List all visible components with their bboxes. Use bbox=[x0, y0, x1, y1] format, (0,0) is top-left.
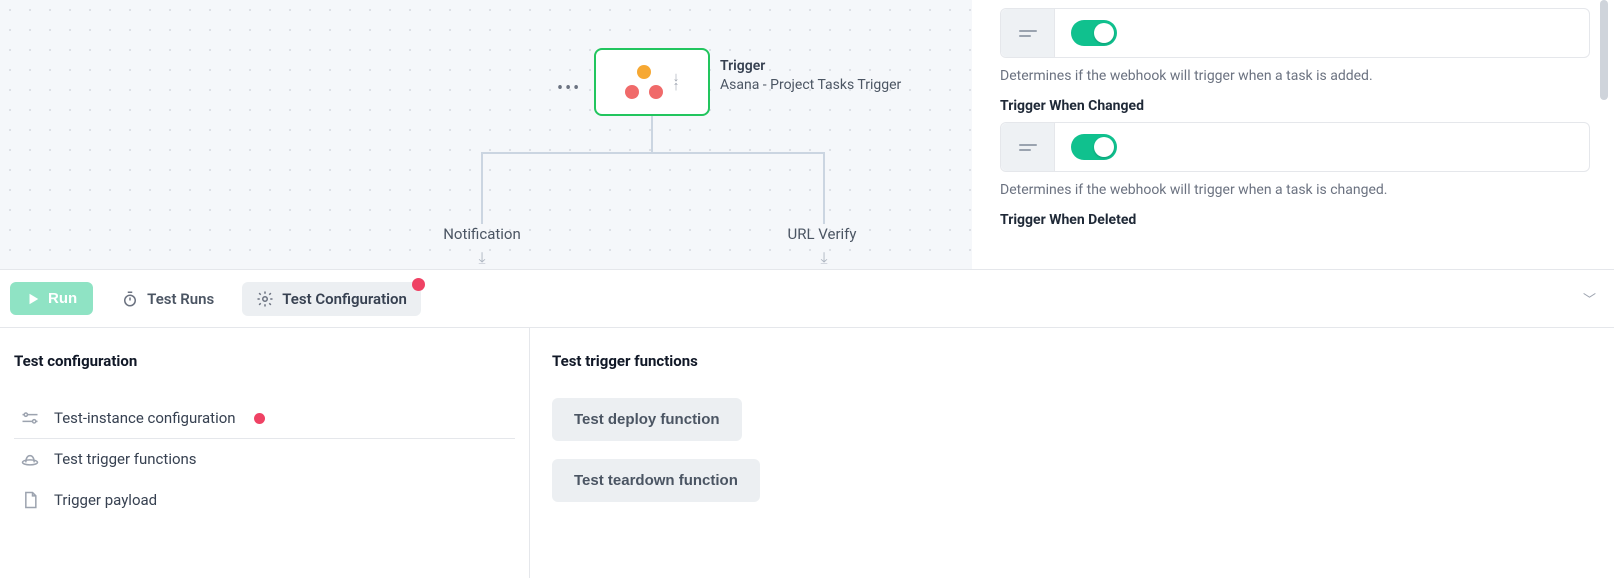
trigger-node-label: Trigger Asana - Project Tasks Trigger bbox=[720, 58, 972, 93]
hat-icon bbox=[20, 449, 40, 469]
config-heading-changed: Trigger When Changed bbox=[1000, 98, 1590, 114]
stopwatch-icon bbox=[121, 290, 139, 308]
config-heading-deleted: Trigger When Deleted bbox=[1000, 212, 1590, 228]
config-help-added: Determines if the webhook will trigger w… bbox=[1000, 68, 1590, 84]
text-input-icon[interactable] bbox=[1001, 123, 1055, 171]
toggle-added[interactable] bbox=[1071, 20, 1117, 46]
file-icon bbox=[20, 490, 40, 510]
gear-icon bbox=[256, 290, 274, 308]
pane-title: Test trigger functions bbox=[552, 352, 1614, 370]
test-deploy-button[interactable]: Test deploy function bbox=[552, 398, 742, 441]
nav-label: Trigger payload bbox=[54, 491, 157, 509]
config-toggle-changed bbox=[1000, 122, 1590, 172]
branch-label-url-verify: URL Verify bbox=[742, 225, 902, 243]
tab-test-runs[interactable]: Test Runs bbox=[107, 282, 228, 316]
tab-label: Test Runs bbox=[147, 290, 214, 308]
collapse-icon: ↓↑ bbox=[673, 73, 680, 91]
branch-arrow-icon: ⤓ bbox=[472, 248, 492, 268]
trigger-node[interactable]: ↓↑ bbox=[594, 48, 710, 116]
node-more-icon[interactable]: ••• bbox=[557, 78, 581, 99]
tab-test-configuration[interactable]: Test Configuration bbox=[242, 282, 421, 316]
trigger-subtitle: Asana - Project Tasks Trigger bbox=[720, 77, 972, 93]
test-config-nav: Test configuration Test-instance configu… bbox=[0, 328, 530, 578]
toggle-changed[interactable] bbox=[1071, 134, 1117, 160]
nav-label: Test trigger functions bbox=[54, 450, 197, 468]
config-panel: Determines if the webhook will trigger w… bbox=[972, 0, 1614, 269]
branch-arrow-icon: ⤓ bbox=[814, 248, 834, 268]
text-input-icon[interactable] bbox=[1001, 9, 1055, 57]
run-button[interactable]: Run bbox=[10, 282, 93, 315]
connector bbox=[481, 152, 825, 154]
trigger-title: Trigger bbox=[720, 58, 972, 74]
scrollbar-thumb[interactable] bbox=[1600, 0, 1608, 100]
branch-label-notification: Notification bbox=[402, 225, 562, 243]
nav-trigger-functions[interactable]: Test trigger functions bbox=[14, 439, 515, 480]
sliders-icon bbox=[20, 408, 40, 428]
tab-label: Test Configuration bbox=[282, 290, 407, 308]
test-toolbar: Run Test Runs Test Configuration ﹀ bbox=[0, 270, 1614, 328]
collapse-panel-button[interactable]: ﹀ bbox=[1575, 281, 1604, 316]
config-help-changed: Determines if the webhook will trigger w… bbox=[1000, 182, 1590, 198]
test-teardown-button[interactable]: Test teardown function bbox=[552, 459, 760, 502]
connector bbox=[481, 152, 483, 224]
nav-trigger-payload[interactable]: Trigger payload bbox=[14, 480, 515, 521]
play-icon bbox=[26, 292, 40, 306]
asana-icon bbox=[625, 65, 663, 99]
nav-instance-config[interactable]: Test-instance configuration bbox=[14, 398, 515, 439]
test-functions-pane: Test trigger functions Test deploy funct… bbox=[530, 328, 1614, 578]
connector bbox=[823, 152, 825, 224]
config-toggle-added bbox=[1000, 8, 1590, 58]
workflow-canvas[interactable]: ••• ↓↑ Trigger Asana - Project Tasks Tri… bbox=[0, 0, 972, 269]
nav-label: Test-instance configuration bbox=[54, 409, 236, 427]
run-button-label: Run bbox=[48, 290, 77, 307]
notification-dot bbox=[412, 278, 425, 291]
connector bbox=[651, 116, 653, 152]
scrollbar[interactable] bbox=[1600, 0, 1608, 269]
pane-title: Test configuration bbox=[14, 352, 515, 370]
notification-dot bbox=[254, 413, 265, 424]
